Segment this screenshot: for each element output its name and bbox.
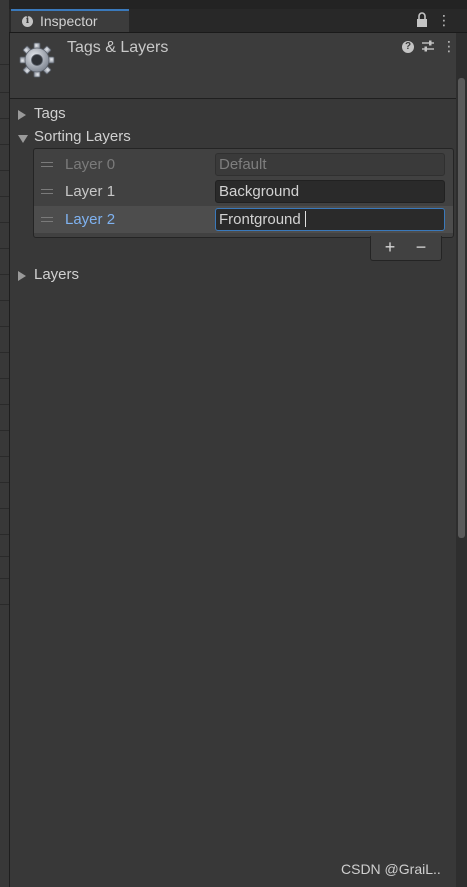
text-caret: [304, 211, 306, 227]
foldout-layers-label: Layers: [34, 266, 80, 283]
drag-handle-icon[interactable]: [41, 189, 53, 194]
page-title: Tags & Layers: [67, 39, 169, 56]
foldout-sorting-layers-label: Sorting Layers: [34, 128, 131, 145]
info-icon: i: [22, 16, 33, 27]
watermark: CSDN @GraiL..: [341, 861, 441, 877]
scrollbar-thumb[interactable]: [458, 78, 465, 538]
layer-name-field[interactable]: Background: [215, 180, 445, 203]
lock-icon[interactable]: [415, 12, 429, 28]
remove-layer-button[interactable]: −: [406, 237, 436, 257]
inspector-panel: Tags & Layers ? ⋮ Tags Sorting Layers La…: [10, 33, 456, 887]
tab-inspector-label: Inspector: [40, 13, 98, 29]
list-footer: + −: [370, 236, 442, 261]
kebab-menu-icon[interactable]: ⋮: [437, 12, 451, 28]
help-icon[interactable]: ?: [402, 41, 414, 53]
layer-name-text: Frontground: [219, 211, 301, 228]
gear-icon: [18, 41, 56, 79]
layer-name-field: Default: [215, 153, 445, 176]
chevron-down-icon: [18, 135, 28, 143]
vertical-scrollbar[interactable]: [456, 33, 467, 887]
chevron-right-icon: [18, 110, 26, 120]
left-panel-edge: [0, 0, 10, 887]
list-item-selected[interactable]: Layer 2 Frontground: [34, 206, 453, 233]
layer-label: Layer 1: [65, 183, 116, 200]
layer-name-field[interactable]: Frontground: [215, 208, 445, 231]
kebab-menu-icon[interactable]: ⋮: [442, 38, 456, 54]
layer-label: Layer 0: [65, 156, 116, 173]
tab-bar: i Inspector ⋮: [9, 9, 467, 33]
list-item[interactable]: Layer 0 Default: [34, 151, 453, 178]
drag-handle-icon[interactable]: [41, 162, 53, 167]
foldout-tags[interactable]: Tags: [18, 105, 218, 125]
list-item[interactable]: Layer 1 Background: [34, 178, 453, 205]
window-top-bar: [9, 0, 467, 9]
inspector-header: Tags & Layers ? ⋮: [10, 33, 456, 99]
foldout-tags-label: Tags: [34, 105, 66, 122]
tab-inspector[interactable]: i Inspector: [11, 9, 129, 32]
preset-settings-icon[interactable]: [421, 39, 435, 53]
drag-handle-icon[interactable]: [41, 217, 53, 222]
chevron-right-icon: [18, 271, 26, 281]
foldout-sorting-layers[interactable]: Sorting Layers: [18, 128, 218, 148]
add-layer-button[interactable]: +: [375, 237, 405, 257]
foldout-layers[interactable]: Layers: [18, 266, 218, 286]
sorting-layers-list: Layer 0 Default Layer 1 Background Layer…: [33, 148, 454, 238]
layer-label: Layer 2: [65, 211, 116, 228]
